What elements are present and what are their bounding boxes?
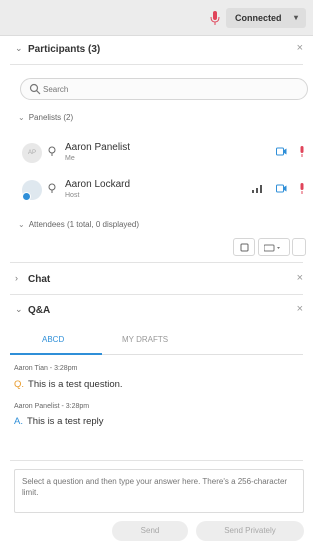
attendee-options-button[interactable] — [258, 238, 290, 256]
participant-name: Aaron Panelist — [65, 142, 131, 153]
question-prefix: Q. — [14, 379, 25, 390]
avatar — [22, 180, 42, 201]
chevron-down-icon: ⌄ — [15, 43, 23, 53]
connection-label: Connected — [235, 13, 282, 23]
chevron-right-icon: › — [15, 273, 18, 283]
more-icon — [264, 244, 280, 252]
qa-header[interactable]: ⌄ Q&A × — [0, 299, 313, 323]
camera-icon[interactable] — [276, 147, 287, 156]
list-item[interactable]: Aaron Lockard Host — [20, 175, 310, 205]
attendee-more-button[interactable] — [292, 238, 306, 256]
question-meta: Aaron Tian - 3:28pm — [14, 365, 78, 372]
chat-header[interactable]: › Chat × — [0, 268, 313, 292]
participant-search[interactable] — [20, 78, 308, 100]
attendees-heading[interactable]: ⌄ Attendees (1 total, 0 displayed) — [18, 220, 139, 229]
answer-text: A. This is a test reply — [14, 416, 104, 427]
participants-title: Participants (3) — [28, 44, 101, 55]
answer-input[interactable] — [22, 476, 298, 508]
panelists-heading-label: Panelists (2) — [28, 113, 74, 122]
active-tab-indicator — [10, 353, 102, 355]
participant-role: Host — [65, 192, 80, 199]
participant-name: Aaron Lockard — [65, 179, 131, 190]
close-icon[interactable]: × — [297, 42, 303, 54]
question-text[interactable]: Q. This is a test question. — [14, 379, 123, 390]
search-input[interactable] — [43, 82, 293, 96]
qa-tabs: ABCD MY DRAFTS — [10, 329, 303, 355]
close-icon[interactable]: × — [297, 303, 303, 315]
raise-hand-icon — [240, 243, 249, 252]
answer-prefix: A. — [14, 416, 23, 427]
tab-my-drafts[interactable]: MY DRAFTS — [122, 335, 168, 344]
top-bar: Connected ▾ — [0, 0, 313, 36]
close-icon[interactable]: × — [297, 272, 303, 284]
pin-icon — [48, 183, 56, 193]
avatar: AP — [22, 143, 42, 163]
microphone-icon[interactable] — [210, 11, 220, 25]
chevron-down-icon: ▾ — [293, 13, 298, 22]
participant-role: Me — [65, 155, 75, 162]
chevron-down-icon: ⌄ — [18, 220, 25, 229]
qa-title: Q&A — [28, 305, 51, 316]
attendees-heading-label: Attendees (1 total, 0 displayed) — [28, 220, 139, 229]
send-privately-button[interactable]: Send Privately — [196, 521, 304, 541]
camera-icon[interactable] — [276, 184, 287, 193]
microphone-icon[interactable] — [298, 183, 306, 194]
connection-status-button[interactable]: Connected ▾ — [226, 8, 306, 28]
chevron-down-icon: ⌄ — [18, 113, 25, 122]
divider — [10, 262, 303, 263]
chat-title: Chat — [28, 274, 51, 285]
divider — [10, 294, 303, 295]
divider — [10, 460, 303, 461]
pin-icon — [48, 146, 56, 156]
answer-meta: Aaron Panelist - 3:28pm — [14, 403, 90, 410]
list-item[interactable]: AP Aaron Panelist Me — [20, 138, 310, 168]
raise-hand-button[interactable] — [233, 238, 255, 256]
question-body: This is a test question. — [28, 379, 123, 390]
participants-header[interactable]: ⌄ Participants (3) × — [0, 38, 313, 62]
answer-body: This is a test reply — [26, 416, 104, 427]
divider — [10, 64, 303, 65]
search-icon — [29, 83, 41, 95]
chevron-down-icon: ⌄ — [15, 304, 23, 314]
panelists-heading[interactable]: ⌄ Panelists (2) — [18, 113, 73, 122]
tab-all[interactable]: ABCD — [42, 335, 64, 344]
signal-bars-icon — [252, 185, 262, 193]
send-button[interactable]: Send — [112, 521, 188, 541]
microphone-icon[interactable] — [298, 146, 306, 157]
answer-input-box[interactable] — [14, 469, 304, 513]
